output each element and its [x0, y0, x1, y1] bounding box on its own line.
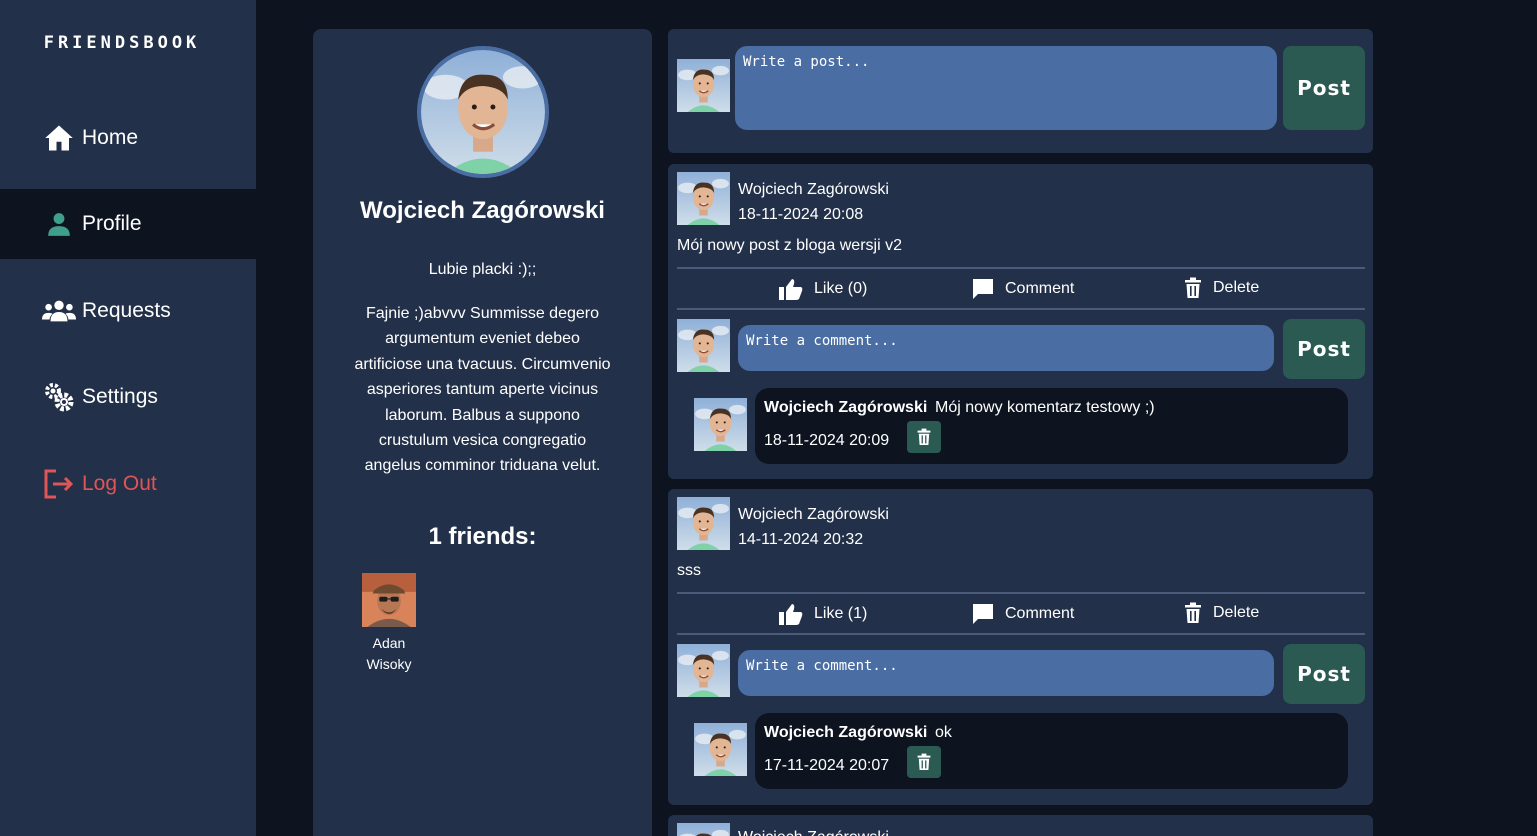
gears-icon — [42, 380, 76, 414]
profile-bio: Fajnie ;)abvvv Summisse degero argumentu… — [354, 305, 611, 475]
home-icon — [42, 121, 76, 155]
thumbs-up-icon — [779, 604, 803, 625]
trash-icon — [917, 753, 931, 770]
comment-post-button[interactable]: Post — [1283, 319, 1365, 379]
post-date: 14-11-2024 20:32 — [738, 531, 864, 548]
post-meta: Wojciech Zagórowski 18-11-2024 20:08 — [738, 177, 889, 227]
sidebar-item-label: Log Out — [82, 472, 157, 495]
delete-comment-button[interactable] — [907, 746, 941, 778]
divider — [677, 267, 1365, 269]
sidebar-item-label: Requests — [82, 299, 171, 322]
comment-button[interactable]: Comment — [971, 602, 1074, 626]
avatar — [677, 59, 730, 112]
sidebar: FRIENDSBOOK Home Profile Requests Settin… — [0, 0, 256, 836]
comment-icon — [973, 604, 993, 624]
avatar — [677, 644, 730, 697]
comment-label: Comment — [1005, 280, 1075, 297]
avatar — [677, 319, 730, 372]
sidebar-item-label: Settings — [82, 385, 158, 408]
avatar[interactable] — [694, 398, 747, 451]
friend-last-name: Wisoky — [366, 656, 412, 672]
comment-input[interactable] — [738, 325, 1274, 371]
post-button[interactable]: Post — [1283, 46, 1365, 130]
trash-icon — [1185, 277, 1201, 298]
logout-icon — [42, 467, 76, 501]
post-meta: Wojciech Zagórowski 14-11-2024 20:32 — [738, 502, 889, 552]
sidebar-item-label: Profile — [82, 212, 142, 235]
avatar[interactable] — [694, 723, 747, 776]
avatar[interactable] — [677, 823, 730, 836]
divider — [677, 592, 1365, 594]
friends-title: 1 friends: — [428, 523, 537, 550]
delete-button[interactable]: Delete — [1183, 602, 1259, 624]
sidebar-item-settings[interactable]: Settings — [0, 362, 256, 432]
friend-item[interactable]: Adan Wisoky — [359, 573, 419, 675]
sidebar-item-home[interactable]: Home — [0, 103, 256, 173]
sidebar-item-requests[interactable]: Requests — [0, 276, 256, 346]
comment-button[interactable]: Comment — [971, 277, 1074, 301]
trash-icon — [1185, 602, 1201, 623]
app-logo[interactable]: FRIENDSBOOK — [0, 33, 244, 53]
comment-post-button[interactable]: Post — [1283, 644, 1365, 704]
post-text: Mój nowy post z bloga wersji v2 — [677, 237, 902, 254]
divider — [677, 308, 1365, 310]
post-author[interactable]: Wojciech Zagórowski — [738, 825, 889, 836]
delete-button[interactable]: Delete — [1183, 277, 1259, 299]
comment-text: ok — [935, 724, 952, 741]
comment-bubble: Wojciech Zagórowski Mój nowy komentarz t… — [755, 388, 1348, 464]
delete-label: Delete — [1213, 604, 1260, 621]
divider — [677, 633, 1365, 635]
like-button[interactable]: Like (0) — [778, 277, 867, 301]
post-author[interactable]: Wojciech Zagórowski — [738, 177, 889, 202]
person-icon — [42, 207, 76, 241]
post-author[interactable]: Wojciech Zagórowski — [738, 502, 889, 527]
like-label: Like (0) — [814, 280, 868, 297]
comment-author[interactable]: Wojciech Zagórowski — [764, 724, 927, 742]
trash-icon — [917, 428, 931, 445]
post-card: Wojciech Zagórowski — [668, 815, 1373, 836]
delete-label: Delete — [1213, 279, 1260, 296]
avatar[interactable] — [677, 497, 730, 550]
post-composer: Post — [668, 29, 1373, 153]
comment-date: 18-11-2024 20:09 — [764, 432, 890, 449]
profile-card: Wojciech Zagórowski Lubie placki :);; Fa… — [313, 29, 652, 836]
profile-status: Lubie placki :);; — [428, 261, 537, 278]
post-card: Wojciech Zagórowski 14-11-2024 20:32 sss… — [668, 489, 1373, 805]
thumbs-up-icon — [779, 279, 803, 300]
avatar[interactable] — [677, 172, 730, 225]
post-card: Wojciech Zagórowski 18-11-2024 20:08 Mój… — [668, 164, 1373, 479]
comment-text: Mój nowy komentarz testowy ;) — [935, 399, 1155, 416]
profile-avatar — [417, 46, 549, 178]
friend-first-name: Adan — [372, 635, 406, 651]
group-icon — [42, 294, 76, 328]
profile-name: Wojciech Zagórowski — [360, 197, 605, 224]
like-label: Like (1) — [814, 605, 868, 622]
sidebar-item-profile[interactable]: Profile — [0, 189, 256, 259]
post-date: 18-11-2024 20:08 — [738, 206, 864, 223]
delete-comment-button[interactable] — [907, 421, 941, 453]
comment-input[interactable] — [738, 650, 1274, 696]
friend-avatar[interactable] — [362, 573, 416, 627]
post-input[interactable] — [735, 46, 1277, 130]
like-button[interactable]: Like (1) — [778, 602, 867, 626]
comment-label: Comment — [1005, 605, 1075, 622]
comment-author[interactable]: Wojciech Zagórowski — [764, 399, 927, 417]
sidebar-item-label: Home — [82, 126, 139, 149]
comment-date: 17-11-2024 20:07 — [764, 757, 890, 774]
post-text: sss — [677, 562, 701, 579]
comment-icon — [973, 279, 993, 299]
sidebar-item-logout[interactable]: Log Out — [0, 449, 256, 519]
comment-bubble: Wojciech Zagórowski ok 17-11-2024 20:07 — [755, 713, 1348, 789]
